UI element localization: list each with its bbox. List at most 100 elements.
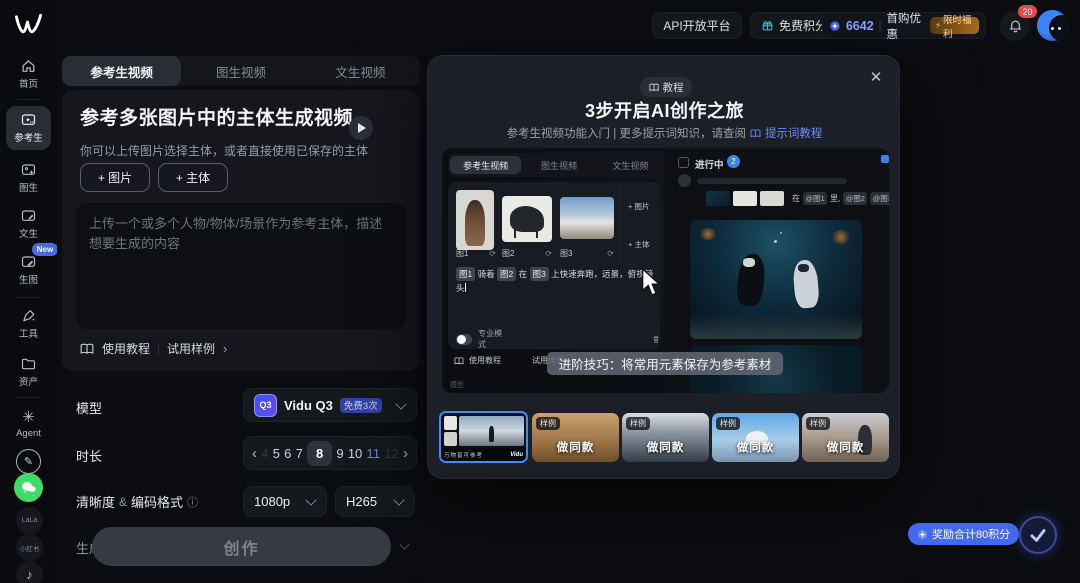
coin-balance: 6642 bbox=[846, 19, 874, 33]
demo-tabs: 参考生视频 图生视频 文生视频 bbox=[448, 153, 666, 177]
sample-card-desert[interactable]: 样例 做同款 bbox=[532, 413, 619, 462]
xiaohongshu-icon[interactable]: 小红书 bbox=[16, 534, 43, 561]
duration-option-11[interactable]: 11 bbox=[367, 446, 381, 461]
demo-tip-banner: 进阶技巧：将常用元素保存为参考素材 bbox=[547, 352, 783, 375]
ref-thumb bbox=[760, 191, 784, 206]
tab-reference-video[interactable]: 参考生视频 bbox=[62, 56, 181, 86]
diver-mask2 bbox=[798, 264, 809, 272]
avatar[interactable] bbox=[1037, 10, 1068, 41]
duration-selector: ‹ 4 5 6 7 8 9 10 11 12 › bbox=[243, 436, 417, 470]
text-to-video-icon bbox=[20, 208, 37, 224]
sidebar: 首页 参考生 图生 文生 生图 New 工具 资产 bbox=[0, 0, 57, 583]
prompt-textarea[interactable]: 上传一个或多个人物/物体/场景作为参考主体，描述想要生成的内容 bbox=[76, 203, 406, 329]
sidebar-label-assets: 资产 bbox=[19, 374, 38, 388]
sample-card-girl[interactable]: 样例 做同款 bbox=[802, 413, 889, 462]
tutorial-link[interactable]: 使用教程 bbox=[102, 340, 150, 357]
sample-mini-thumb bbox=[444, 416, 457, 430]
duration-option-4[interactable]: 4 bbox=[261, 446, 268, 461]
duration-next-arrow[interactable]: › bbox=[403, 445, 408, 462]
demo-video-divers bbox=[690, 220, 862, 339]
quality-select[interactable]: 1080p bbox=[243, 486, 327, 517]
trash-icon bbox=[652, 334, 660, 345]
xiaohongshu-label: 小红书 bbox=[20, 543, 40, 553]
add-image-button[interactable]: + 图片 bbox=[80, 163, 150, 192]
duration-option-9[interactable]: 9 bbox=[336, 446, 343, 461]
sidebar-item-textgen[interactable]: 文生 bbox=[6, 202, 51, 246]
model-label: 模型 bbox=[76, 398, 102, 417]
sample-card-city[interactable]: 样例 做同款 bbox=[622, 413, 709, 462]
demo-status-checkbox bbox=[678, 157, 689, 168]
sample-badge: 样例 bbox=[716, 417, 740, 430]
pen-glyph: ✎ bbox=[24, 455, 33, 468]
duration-prev-arrow[interactable]: ‹ bbox=[252, 445, 257, 462]
sidebar-item-assets[interactable]: 资产 bbox=[6, 350, 51, 394]
free-credits-label: 免费积分 bbox=[779, 17, 827, 34]
modal-close-button[interactable]: ✕ bbox=[866, 67, 886, 87]
vidu-logo-icon[interactable] bbox=[13, 12, 44, 39]
sample-card-selected[interactable]: 万物皆可参考 Vidu bbox=[439, 411, 528, 463]
quality-label: 清晰度 bbox=[76, 492, 115, 511]
duration-option-8-selected[interactable]: 8 bbox=[307, 441, 332, 466]
api-platform-button[interactable]: API开放平台 bbox=[652, 12, 742, 39]
create-button[interactable]: 创作 bbox=[92, 527, 391, 566]
model-free-badge: 免费3次 bbox=[340, 398, 382, 413]
add-subject-button[interactable]: + 主体 bbox=[158, 163, 228, 192]
demo-tab: 图生视频 bbox=[523, 159, 594, 172]
duration-option-5[interactable]: 5 bbox=[273, 446, 280, 461]
sidebar-item-imggen[interactable]: 图生 bbox=[6, 156, 51, 200]
lala-icon[interactable]: LaLa bbox=[16, 507, 43, 534]
sidebar-item-refgen[interactable]: 参考生 bbox=[6, 106, 51, 150]
duration-option-12[interactable]: 12 bbox=[384, 446, 398, 461]
sample-main-image bbox=[459, 416, 524, 446]
demo-status-label: 进行中 bbox=[695, 157, 724, 171]
duration-option-10[interactable]: 10 bbox=[348, 446, 362, 461]
sidebar-item-imagegen[interactable]: 生图 New bbox=[6, 248, 51, 292]
play-tutorial-button[interactable] bbox=[349, 116, 373, 140]
feedback-pen-icon[interactable]: ✎ bbox=[16, 449, 41, 474]
reward-pill[interactable]: 奖励合计80积分 bbox=[908, 523, 1019, 545]
limited-benefit-badge: ⚡ 限时福利 bbox=[930, 17, 979, 34]
tools-icon bbox=[20, 308, 37, 324]
lala-label: LaLa bbox=[22, 517, 38, 524]
wechat-icon[interactable] bbox=[14, 473, 43, 502]
modal-title: 3步开启AI创作之旅 bbox=[428, 97, 901, 123]
app-window: 首页 参考生 图生 文生 生图 New 工具 资产 bbox=[0, 0, 1080, 583]
cave-glow bbox=[698, 228, 718, 240]
modal-tutorial-badge: 教程 bbox=[640, 77, 692, 97]
credits-promo-pill[interactable]: 6642 | 首购优惠 ⚡ 限时福利 bbox=[822, 12, 986, 39]
sample-card-bear[interactable]: 样例 做同款 bbox=[712, 413, 799, 462]
tab-text-video[interactable]: 文生视频 bbox=[301, 56, 420, 86]
model-select[interactable]: Q3 Vidu Q3 免费3次 bbox=[243, 388, 417, 422]
model-value: Vidu Q3 bbox=[284, 398, 333, 413]
demo-tab-active: 参考生视频 bbox=[450, 156, 521, 174]
douyin-icon[interactable]: ♪ bbox=[16, 561, 43, 583]
prompt-tutorial-link[interactable]: 提示词教程 bbox=[765, 125, 823, 141]
demo-prompt-text2: 在 bbox=[519, 269, 528, 279]
demo-image-2-row: 图2 ⟳ bbox=[502, 248, 552, 259]
demo-task-tag1: @图1 bbox=[803, 192, 827, 205]
sidebar-item-tools[interactable]: 工具 bbox=[6, 302, 51, 346]
cowboy-figure bbox=[465, 200, 485, 246]
codec-select[interactable]: H265 bbox=[335, 486, 415, 517]
tab-image-video[interactable]: 图生视频 bbox=[181, 56, 300, 86]
avatar-dot bbox=[1058, 27, 1061, 30]
notification-count-badge: 20 bbox=[1018, 5, 1037, 18]
try-sample-link[interactable]: 试用样例 bbox=[167, 340, 215, 357]
sidebar-item-agent[interactable]: ✳ Agent bbox=[6, 402, 51, 446]
demo-prompt-tag2: 图2 bbox=[497, 267, 516, 281]
demo-image-1-label: 图1 bbox=[456, 248, 468, 259]
demo-small-label: 模型 bbox=[450, 380, 464, 390]
duration-option-6[interactable]: 6 bbox=[284, 446, 291, 461]
bubble bbox=[780, 232, 782, 234]
demo-image-3-landscape bbox=[560, 197, 614, 239]
duration-option-7[interactable]: 7 bbox=[296, 446, 303, 461]
panel-title: 参考多张图片中的主体生成视频 bbox=[80, 103, 360, 130]
coin-icon bbox=[917, 529, 928, 540]
mode-tabs: 参考生视频 图生视频 文生视频 bbox=[62, 56, 420, 86]
check-in-button[interactable] bbox=[1019, 516, 1057, 554]
sidebar-item-home[interactable]: 首页 bbox=[6, 52, 51, 96]
demo-status-count: 2 bbox=[727, 155, 740, 168]
refresh-icon: ⟳ bbox=[545, 249, 552, 258]
sample-caption-bar: 万物皆可参考 Vidu bbox=[441, 448, 526, 461]
demo-image-1-cowboy bbox=[456, 190, 494, 250]
